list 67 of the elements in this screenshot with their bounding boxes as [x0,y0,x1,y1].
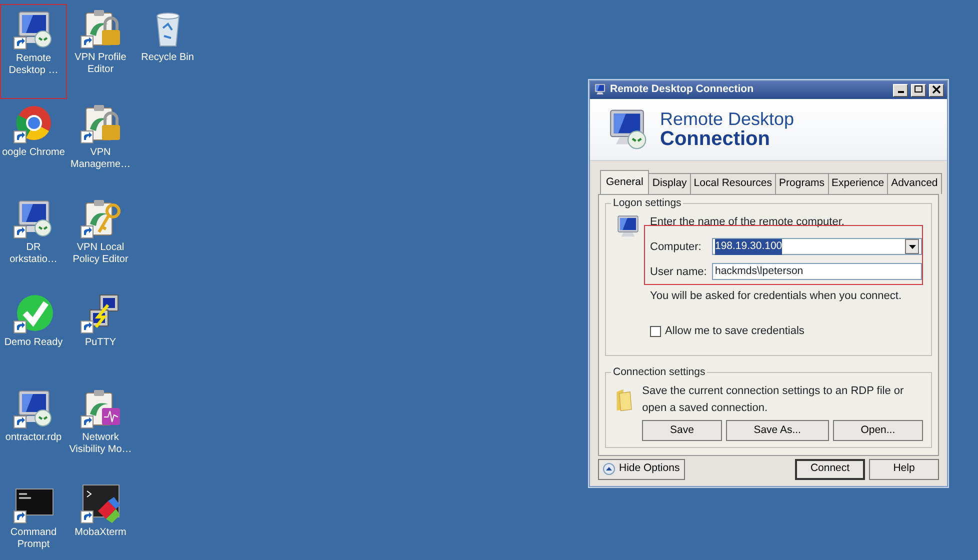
collapse-icon [603,463,615,476]
dialog-button[interactable]: Connect [795,458,865,480]
desktop-icon[interactable]: VPN Profile Editor [67,4,134,99]
close-button[interactable] [929,84,944,96]
icon-label: PuTTY [84,337,118,349]
icon-label: Command Prompt [9,527,58,551]
desktop-icon[interactable]: Demo Ready [0,289,67,384]
checkbox-label: Allow me to save credentials [665,324,804,339]
minimize-button[interactable] [893,84,908,96]
desktop-icon[interactable]: oogle Chrome [0,99,67,194]
icon-label: Network Visibility Mo… [68,432,133,456]
monitor-icon [12,9,54,51]
window-title: Remote Desktop Connection [610,82,754,98]
app-icon [593,83,607,97]
desktop-icon[interactable]: Network Visibility Mo… [67,384,134,479]
dialog-button[interactable]: Help [869,458,939,480]
checkbox[interactable] [650,326,661,336]
desktop-icon[interactable]: VPN Manageme… [67,99,134,194]
icon-label: Recycle Bin [140,52,195,64]
tab[interactable]: General [600,170,650,194]
tab[interactable]: Advanced [887,173,942,194]
close-icon [932,84,941,94]
desktop-icon[interactable]: PuTTY [67,289,134,384]
icon-label: VPN Profile Editor [74,52,128,76]
icon-label: Remote Desktop … [8,53,60,77]
heading-text: Remote Desktop [660,110,794,128]
desktop-icon[interactable]: Remote Desktop … [0,4,67,99]
clipboard-lock-icon [80,103,122,145]
prompt-text: Enter the name of the remote computer. [650,214,846,230]
icon-label: MobaXterm [74,527,128,539]
desktop-icon[interactable]: Recycle Bin [134,4,201,64]
maximize-button[interactable] [911,84,926,96]
clipboard-key-icon [80,198,122,240]
checkmark-icon [12,293,54,335]
icon-label: ontractor.rdp [4,432,63,444]
desktop-icon[interactable]: MobaXterm [67,479,134,539]
computer-combobox[interactable]: 198.19.30.100 [712,238,922,256]
caret-icon [908,244,916,249]
group-title: Logon settings [611,196,684,212]
clipboard-wave-icon [80,388,122,430]
minimize-icon [898,90,904,93]
dropdown-button[interactable] [905,239,919,254]
field-label: User name: [650,264,708,280]
monitor-icon [12,198,54,240]
icon-label: VPN Manageme… [69,147,132,171]
desktop-icon[interactable]: Command Prompt [0,479,67,551]
info-text: You will be asked for credentials when you connect. [650,289,903,304]
action-button[interactable]: Save [642,420,722,442]
action-button[interactable]: Open... [832,420,923,442]
field-label: Computer: [650,240,702,254]
hide-options-button[interactable]: Hide Options [598,458,685,480]
heading-text: Connection [660,128,770,150]
description-text: Save the current connection settings to an RDP file or open a saved connection. [642,384,905,416]
computers-icon [80,293,122,335]
desktop-icon[interactable]: VPN Local Policy Editor [67,194,134,289]
icon-label: Demo Ready [3,337,64,349]
maximize-icon [914,84,923,94]
clipboard-lock-icon [80,8,122,50]
terminal-puzzle-icon [80,483,122,525]
monitor-icon [12,388,54,430]
desktop-icon[interactable]: ontractor.rdp [0,384,67,479]
icon-label: DR orkstatio… [8,242,58,266]
username-field[interactable]: hackmds\lpeterson [712,263,922,280]
desktop-icon[interactable]: DR orkstatio… [0,194,67,289]
action-button[interactable]: Save As... [726,420,829,442]
icon-label: oogle Chrome [1,147,66,159]
icon-label: VPN Local Policy Editor [72,242,130,266]
